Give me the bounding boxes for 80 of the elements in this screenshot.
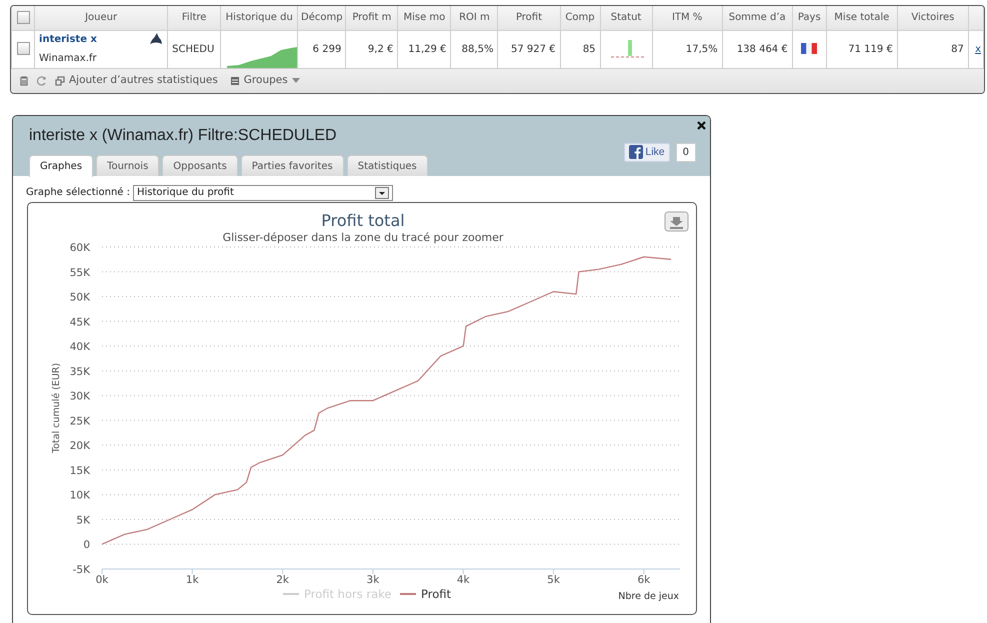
column-header[interactable]: ITM %: [652, 6, 722, 30]
table-cell: 9,2 €: [346, 30, 398, 68]
column-header[interactable]: Mise mo: [398, 6, 451, 30]
table-cell: 88,5%: [450, 30, 498, 68]
table-cell: 11,29 €: [398, 30, 451, 68]
tab[interactable]: Statistiques: [346, 154, 428, 176]
graph-select[interactable]: Historique du profit: [133, 184, 393, 200]
download-button[interactable]: [664, 211, 688, 231]
x-axis-title: Nbre de jeux: [618, 590, 679, 602]
trash-icon[interactable]: [19, 76, 29, 86]
table-cell: 85: [560, 30, 600, 68]
column-header[interactable]: Victoires: [897, 6, 968, 30]
column-header[interactable]: Pays: [792, 6, 826, 30]
filter-cell: SCHEDU: [168, 30, 221, 68]
flag-icon: [801, 43, 818, 54]
x-tick-label: 4k: [456, 574, 470, 586]
y-tick-label: 60K: [70, 242, 90, 254]
caret-icon: [292, 78, 300, 83]
table-cell: 87: [897, 30, 968, 68]
y-tick-label: 0: [83, 538, 90, 551]
y-tick-label: 35K: [70, 365, 90, 378]
column-header[interactable]: Profit: [498, 6, 560, 30]
y-tick-label: 20K: [70, 440, 90, 452]
tab[interactable]: Graphes: [29, 154, 94, 176]
x-tick-label: 3k: [366, 574, 380, 586]
player-name-link[interactable]: interiste x: [39, 32, 97, 47]
column-header[interactable]: Comp: [560, 6, 600, 30]
tab[interactable]: Tournois: [96, 154, 160, 176]
y-tick-label: 15K: [70, 464, 90, 476]
y-tick-label: 50K: [70, 291, 90, 304]
facebook-icon: [629, 145, 644, 160]
column-header[interactable]: Joueur: [34, 6, 168, 30]
tab[interactable]: Parties favorites: [240, 154, 344, 176]
chart-title: Profit total: [321, 210, 405, 230]
column-header[interactable]: ROI m: [450, 6, 498, 30]
table-cell: 138 464 €: [722, 30, 792, 68]
remove-link[interactable]: x: [975, 44, 981, 54]
like-button[interactable]: Like: [624, 142, 670, 162]
select-label: Graphe sélectionné :: [26, 186, 130, 200]
y-tick-label: -5K: [72, 564, 90, 576]
window-icon[interactable]: [55, 76, 65, 86]
column-header[interactable]: Profit m: [346, 6, 398, 30]
y-tick-label: 10K: [70, 489, 90, 502]
y-tick-label: 25K: [70, 414, 90, 427]
column-header[interactable]: Mise totale: [826, 6, 898, 30]
chart-subtitle: Glisser-déposer dans la zone du tracé pour zoomer: [222, 230, 504, 244]
table-cell: 57 927 €: [498, 30, 560, 68]
table-cell: 17,5%: [652, 30, 722, 68]
x-tick-label: 1k: [186, 574, 199, 586]
dialog-title: interiste x (Winamax.fr) Filtre:SCHEDULED: [29, 126, 338, 146]
groups-dropdown[interactable]: Groupes: [230, 72, 300, 88]
site-name: Winamax.fr: [39, 52, 97, 66]
legend-label: Profit: [421, 586, 452, 600]
column-header[interactable]: Statut: [600, 6, 652, 30]
shark-icon: [149, 32, 164, 46]
x-tick-label: 6k: [638, 574, 650, 586]
column-header[interactable]: Filtre: [168, 6, 221, 30]
row-checkbox[interactable]: [16, 42, 30, 56]
tab[interactable]: Opposants: [162, 154, 238, 176]
column-header[interactable]: Somme d’a: [722, 6, 792, 30]
select-all-checkbox[interactable]: [16, 11, 30, 24]
add-stats-link[interactable]: Ajouter d’autres statistiques: [55, 72, 218, 88]
refresh-icon[interactable]: [37, 76, 47, 86]
column-header[interactable]: Historique du: [220, 6, 298, 30]
column-header[interactable]: Décomp: [298, 6, 346, 30]
y-tick-label: 45K: [70, 316, 90, 328]
y-tick-label: 55K: [70, 266, 90, 278]
y-tick-label: 5K: [76, 514, 90, 526]
x-tick-label: 5k: [547, 574, 560, 586]
table-cell: 6 299: [298, 30, 346, 68]
like-count: 0: [676, 142, 696, 162]
x-tick-label: 2k: [276, 574, 289, 586]
table-cell: 71 119 €: [826, 30, 898, 68]
legend-item[interactable]: Profit: [400, 586, 451, 600]
y-tick-label: 30K: [70, 390, 90, 402]
close-icon[interactable]: [697, 120, 706, 130]
x-tick-label: 0k: [96, 574, 108, 586]
y-axis-title: Total cumulé (EUR): [51, 362, 62, 453]
y-tick-label: 40K: [70, 340, 90, 353]
grid-icon: [230, 76, 240, 86]
